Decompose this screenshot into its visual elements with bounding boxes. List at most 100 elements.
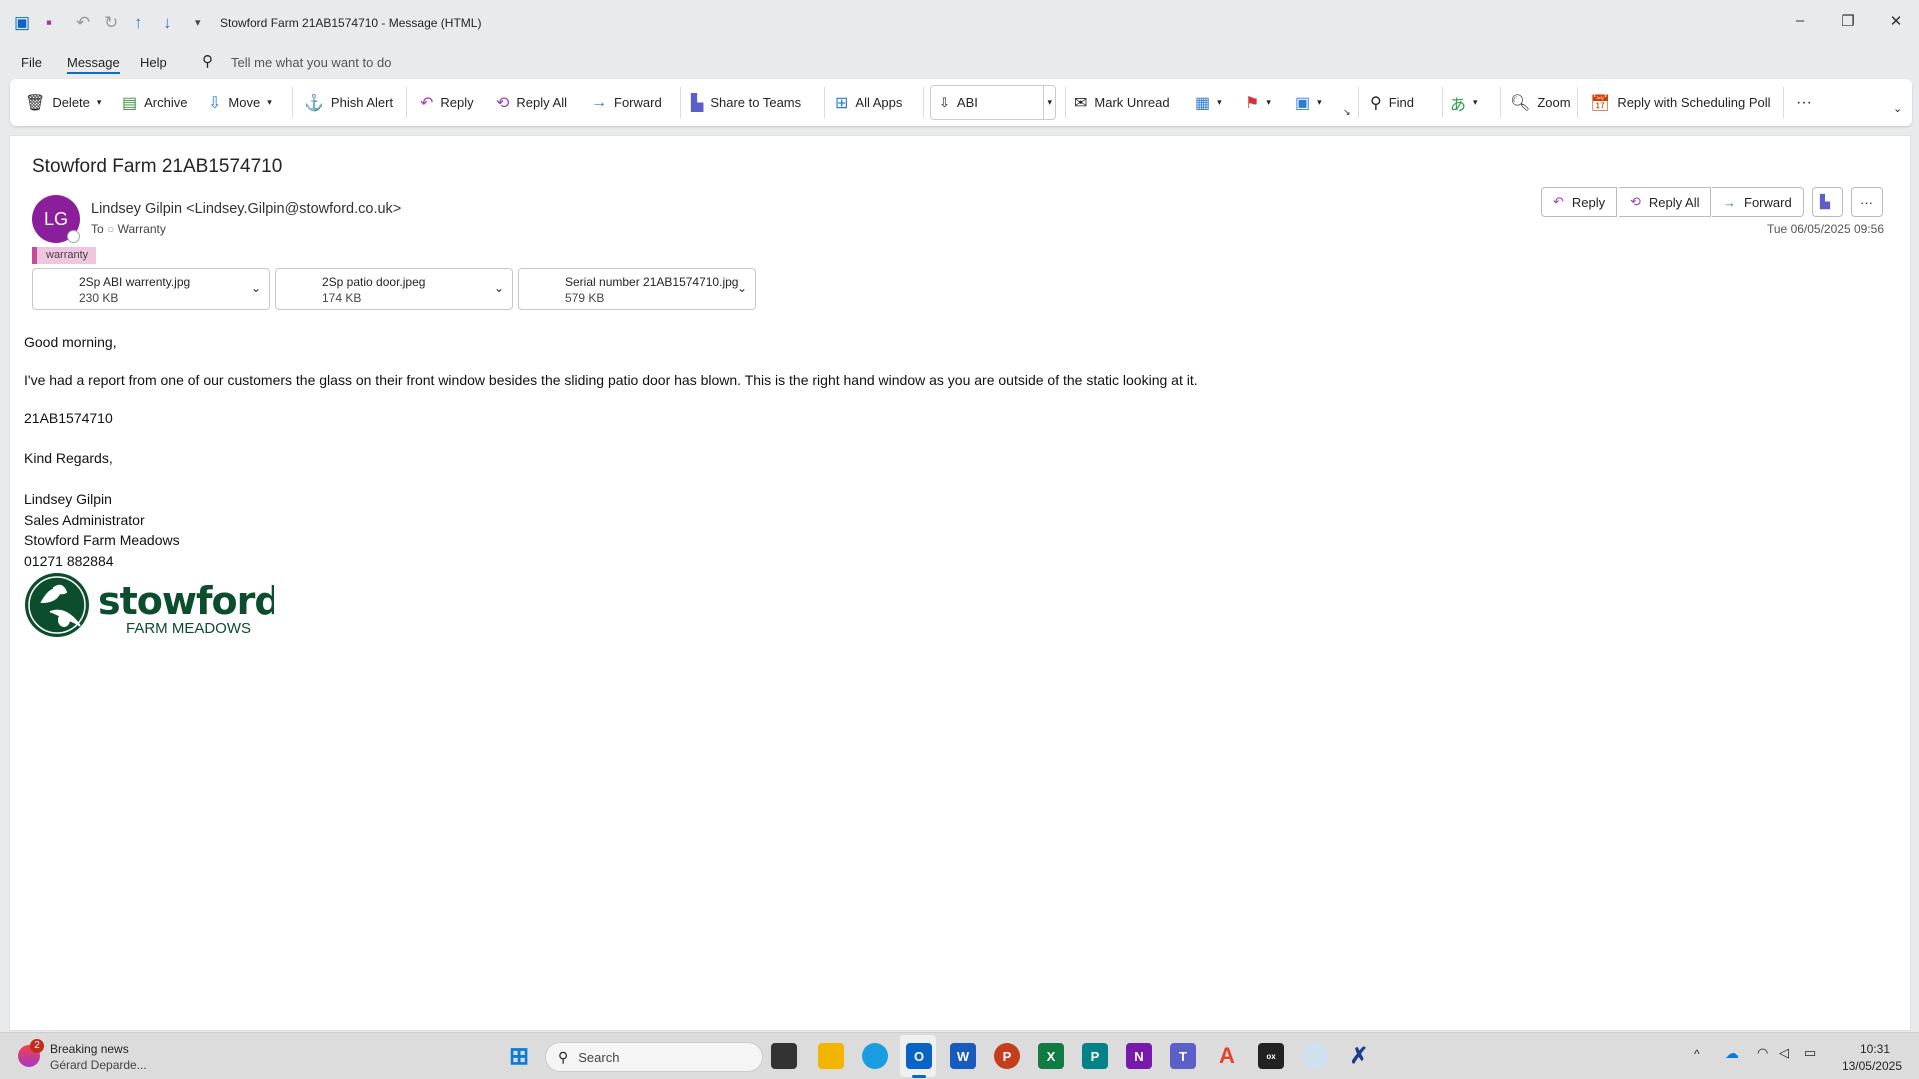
attachment[interactable]: 2Sp patio door.jpeg 174 KB ⌄ [275, 268, 513, 310]
task-view-icon[interactable] [771, 1043, 797, 1069]
reply-all-icon: ⟲ [496, 94, 510, 112]
body-paragraph: I've had a report from one of our custom… [24, 372, 1198, 388]
archive-button[interactable]: ▤ Archive [122, 79, 187, 126]
header-forward-button[interactable]: → Forward [1712, 187, 1804, 217]
acrobat-icon[interactable]: A [1214, 1043, 1240, 1069]
powerpoint-icon[interactable]: P [994, 1043, 1020, 1069]
all-apps-button[interactable]: ⊞ All Apps [835, 79, 902, 126]
onenote-icon[interactable]: N [1126, 1043, 1152, 1069]
more-actions-button[interactable]: ··· [1851, 187, 1883, 217]
customize-qat-icon[interactable]: ▾ [195, 13, 201, 33]
find-button[interactable]: ⚲ Find [1370, 79, 1414, 126]
ribbon-toolbar: 🗑 Delete ▾ ▤ Archive ⇩ Move ▾ ⚓ Phish Alert ↶ R… [10, 79, 1912, 126]
excel-icon[interactable]: X [1038, 1043, 1064, 1069]
forward-button[interactable]: → Forward [591, 79, 662, 126]
category-tag: warranty [32, 247, 97, 264]
next-item-icon[interactable]: ↓ [163, 13, 172, 33]
menu-help[interactable]: Help [140, 55, 167, 70]
signature-title: Sales Administrator [24, 512, 145, 528]
news-badge: 2 [30, 1039, 44, 1053]
chevron-down-icon[interactable]: ⌄ [251, 281, 261, 295]
find-icon: ⚲ [1370, 94, 1382, 112]
start-icon[interactable]: ⊞ [506, 1043, 532, 1070]
recipient-warranty[interactable]: Warranty [118, 222, 166, 236]
lightbulb-icon: ⚲ [202, 53, 213, 70]
body-signoff: Kind Regards, [24, 450, 113, 466]
show-hidden-icons[interactable]: ^ [1694, 1047, 1700, 1061]
menu-message[interactable]: Message [67, 55, 120, 74]
collapse-ribbon-icon[interactable]: ⌄ [1893, 85, 1902, 132]
news-title[interactable]: Breaking news [50, 1042, 129, 1056]
menu-file[interactable]: File [21, 55, 42, 70]
presence-status-icon [67, 230, 80, 243]
teams-button[interactable]: ▙ [1812, 187, 1843, 217]
translate-button[interactable]: あ ▾ [1450, 79, 1478, 126]
app-circle-icon[interactable] [1302, 1043, 1328, 1069]
clock-date[interactable]: 13/05/2025 [1842, 1059, 1902, 1073]
edge-icon[interactable] [862, 1043, 888, 1069]
categorize-button[interactable]: ▦ ▾ [1195, 79, 1222, 126]
close-button[interactable]: ✕ [1881, 12, 1911, 30]
archive-icon: ▤ [122, 94, 138, 112]
zoom-button[interactable]: 🔍︎ Zoom [1510, 79, 1571, 126]
chevron-down-icon[interactable]: ⌄ [494, 281, 504, 295]
header-reply-all-button[interactable]: ⟲ Reply All [1619, 187, 1712, 217]
app-icon[interactable]: ox [1258, 1043, 1284, 1069]
onedrive-icon[interactable]: ☁ [1725, 1045, 1739, 1062]
stowford-logo: stowford FARM MEADOWS [24, 572, 282, 641]
reply-button[interactable]: ↶ Reply [420, 79, 474, 126]
message-subject: Stowford Farm 21AB1574710 [32, 156, 283, 177]
dialog-launcher-icon[interactable]: ↘ [1343, 107, 1351, 118]
presence-icon: ○ [107, 222, 115, 236]
clock-time[interactable]: 10:31 [1860, 1042, 1890, 1056]
more-commands-button[interactable]: ··· [1796, 79, 1812, 126]
news-subtitle[interactable]: Gérard Deparde... [50, 1058, 147, 1072]
app-figure-icon[interactable]: ✗ [1346, 1043, 1372, 1069]
outlook-taskbar-icon[interactable]: O [906, 1043, 932, 1069]
undo-icon[interactable]: ↶ [76, 13, 90, 33]
follow-up-button[interactable]: ⚑ ▾ [1245, 79, 1271, 126]
previous-item-icon[interactable]: ↑ [134, 13, 143, 33]
move-icon: ⇩ [208, 94, 222, 112]
phish-hook-icon: ⚓ [304, 94, 324, 112]
mark-unread-button[interactable]: ✉ Mark Unread [1074, 79, 1170, 126]
reply-icon: ↶ [1553, 194, 1564, 209]
signature-company: Stowford Farm Meadows [24, 532, 180, 548]
sender[interactable]: Lindsey Gilpin <Lindsey.Gilpin@stowford.… [91, 201, 401, 217]
redo-icon[interactable]: ↻ [104, 13, 118, 33]
svg-text:FARM MEADOWS: FARM MEADOWS [126, 620, 251, 637]
restore-button[interactable]: ❐ [1833, 12, 1863, 30]
taskbar-search[interactable]: ⚲ Search [545, 1042, 763, 1072]
word-icon[interactable]: W [950, 1043, 976, 1069]
attachment[interactable]: Serial number 21AB1574710.jpg 579 KB ⌄ [518, 268, 756, 310]
share-to-teams-button[interactable]: ▙ Share to Teams [691, 79, 801, 126]
volume-icon[interactable]: ◁ [1779, 1045, 1789, 1061]
search-icon: ⚲ [558, 1048, 569, 1065]
delete-button[interactable]: 🗑 Delete ▾ [25, 79, 101, 126]
reply-all-icon: ⟲ [1630, 194, 1641, 209]
wifi-icon[interactable]: ◠ [1757, 1045, 1768, 1061]
attachment[interactable]: 2Sp ABI warrenty.jpg 230 KB ⌄ [32, 268, 270, 310]
apps-grid-icon: ⊞ [835, 94, 849, 112]
teams-taskbar-icon[interactable]: T [1170, 1043, 1196, 1069]
rules-button[interactable]: ▣ ▾ [1295, 79, 1322, 126]
file-explorer-icon[interactable] [818, 1043, 844, 1069]
calendar-poll-icon: 📅︎ [1590, 94, 1611, 112]
scheduling-poll-button[interactable]: 📅︎ Reply with Scheduling Poll [1590, 79, 1771, 126]
taskbar: 2 Breaking news Gérard Deparde... ⊞ ⚲ Sea… [0, 1032, 1919, 1079]
phish-alert-button[interactable]: ⚓ Phish Alert [304, 79, 393, 126]
chevron-down-icon[interactable]: ⌄ [737, 281, 747, 295]
tell-me-search[interactable]: Tell me what you want to do [231, 55, 391, 70]
header-reply-button[interactable]: ↶ Reply [1541, 187, 1618, 217]
quick-step-icon: ⇩ [939, 94, 950, 110]
reply-icon: ↶ [420, 94, 434, 112]
battery-icon[interactable]: ▭ [1804, 1045, 1816, 1061]
save-icon[interactable]: ▪ [46, 13, 52, 33]
reply-all-button[interactable]: ⟲ Reply All [496, 79, 567, 126]
trash-icon: 🗑 [25, 94, 46, 112]
quick-steps-box[interactable]: ⇩ ABI ▾ [930, 85, 1056, 120]
rules-icon: ▣ [1295, 94, 1311, 112]
minimize-button[interactable]: – [1785, 12, 1815, 29]
publisher-icon[interactable]: P [1082, 1043, 1108, 1069]
move-button[interactable]: ⇩ Move ▾ [208, 79, 272, 126]
